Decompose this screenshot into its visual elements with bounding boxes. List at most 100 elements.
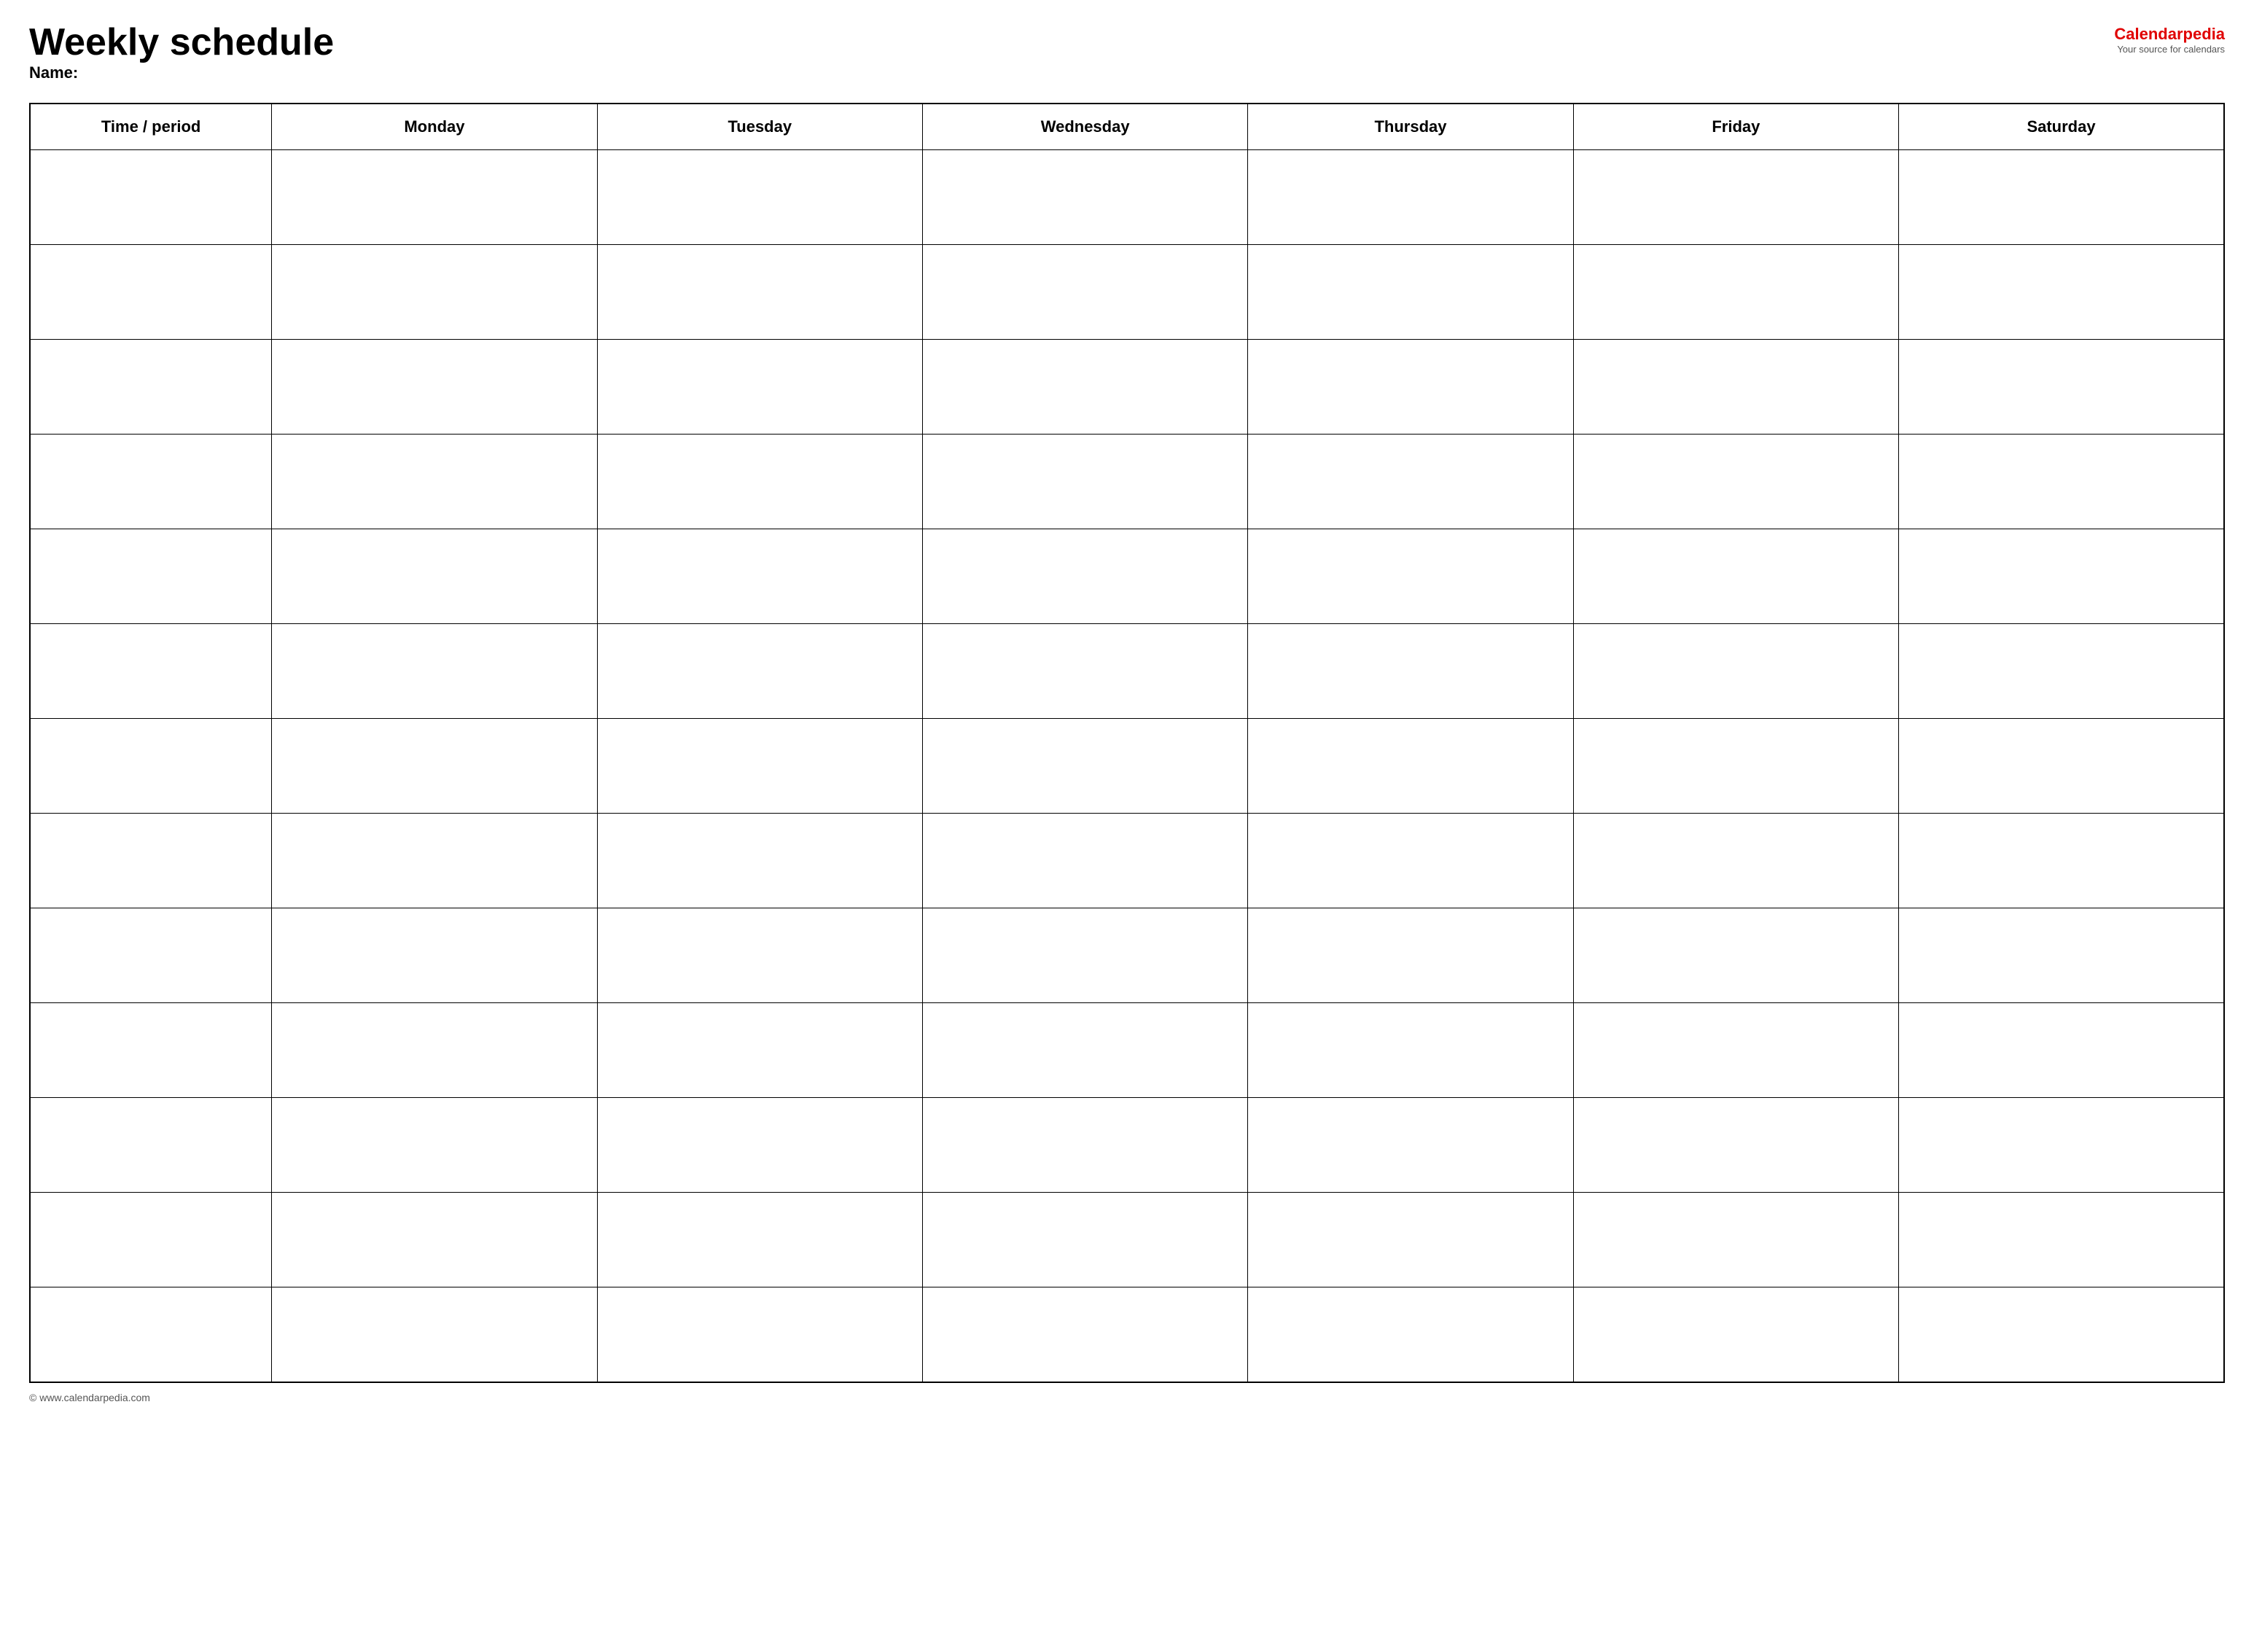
table-row [30, 814, 2224, 908]
day-cell [1248, 1098, 1573, 1193]
day-cell [597, 150, 922, 245]
time-cell [30, 1287, 272, 1382]
day-cell [922, 908, 1247, 1003]
day-cell [272, 340, 597, 435]
day-cell [1248, 435, 1573, 529]
table-row [30, 1098, 2224, 1193]
col-header-time: Time / period [30, 104, 272, 150]
day-cell [1573, 340, 1898, 435]
day-cell [272, 435, 597, 529]
day-cell [597, 908, 922, 1003]
time-cell [30, 814, 272, 908]
day-cell [1573, 908, 1898, 1003]
day-cell [1573, 624, 1898, 719]
col-header-monday: Monday [272, 104, 597, 150]
table-row [30, 1287, 2224, 1382]
day-cell [1573, 1003, 1898, 1098]
day-cell [1248, 245, 1573, 340]
day-cell [597, 1098, 922, 1193]
day-cell [272, 1193, 597, 1287]
time-cell [30, 150, 272, 245]
col-header-tuesday: Tuesday [597, 104, 922, 150]
day-cell [922, 529, 1247, 624]
table-row [30, 529, 2224, 624]
day-cell [272, 1098, 597, 1193]
time-cell [30, 1003, 272, 1098]
day-cell [1573, 814, 1898, 908]
day-cell [1899, 624, 2224, 719]
time-cell [30, 529, 272, 624]
day-cell [922, 435, 1247, 529]
day-cell [597, 245, 922, 340]
day-cell [922, 1003, 1247, 1098]
day-cell [1248, 340, 1573, 435]
time-cell [30, 908, 272, 1003]
day-cell [1899, 1193, 2224, 1287]
day-cell [1899, 1098, 2224, 1193]
table-row [30, 245, 2224, 340]
day-cell [272, 719, 597, 814]
day-cell [272, 529, 597, 624]
day-cell [1248, 150, 1573, 245]
day-cell [597, 340, 922, 435]
day-cell [272, 908, 597, 1003]
day-cell [597, 719, 922, 814]
table-header-row: Time / period Monday Tuesday Wednesday T… [30, 104, 2224, 150]
table-row [30, 435, 2224, 529]
day-cell [922, 719, 1247, 814]
col-header-thursday: Thursday [1248, 104, 1573, 150]
day-cell [272, 245, 597, 340]
table-row [30, 150, 2224, 245]
day-cell [597, 814, 922, 908]
day-cell [1573, 719, 1898, 814]
day-cell [597, 1003, 922, 1098]
day-cell [1899, 150, 2224, 245]
day-cell [1899, 529, 2224, 624]
col-header-friday: Friday [1573, 104, 1898, 150]
table-row [30, 340, 2224, 435]
day-cell [1899, 1287, 2224, 1382]
table-row [30, 1193, 2224, 1287]
day-cell [1899, 1003, 2224, 1098]
day-cell [597, 1193, 922, 1287]
name-label: Name: [29, 63, 334, 82]
table-row [30, 908, 2224, 1003]
table-row [30, 1003, 2224, 1098]
footer: © www.calendarpedia.com [29, 1392, 2225, 1403]
page-header: Weekly schedule Name: Calendarpedia Your… [29, 22, 2225, 96]
day-cell [272, 1287, 597, 1382]
col-header-saturday: Saturday [1899, 104, 2224, 150]
day-cell [922, 1193, 1247, 1287]
day-cell [1899, 814, 2224, 908]
day-cell [272, 624, 597, 719]
day-cell [1899, 340, 2224, 435]
day-cell [1573, 529, 1898, 624]
time-cell [30, 1098, 272, 1193]
day-cell [922, 245, 1247, 340]
day-cell [1248, 1003, 1573, 1098]
time-cell [30, 1193, 272, 1287]
day-cell [922, 1098, 1247, 1193]
day-cell [1573, 1287, 1898, 1382]
day-cell [1248, 529, 1573, 624]
day-cell [922, 814, 1247, 908]
table-row [30, 624, 2224, 719]
day-cell [922, 340, 1247, 435]
schedule-table: Time / period Monday Tuesday Wednesday T… [29, 103, 2225, 1383]
day-cell [597, 1287, 922, 1382]
day-cell [922, 1287, 1247, 1382]
col-header-wednesday: Wednesday [922, 104, 1247, 150]
logo-subtitle: Your source for calendars [2114, 44, 2225, 55]
time-cell [30, 340, 272, 435]
logo: Calendarpedia Your source for calendars [2114, 22, 2225, 55]
day-cell [1573, 1098, 1898, 1193]
day-cell [1899, 435, 2224, 529]
day-cell [1573, 245, 1898, 340]
day-cell [1899, 719, 2224, 814]
day-cell [1248, 1287, 1573, 1382]
day-cell [1899, 908, 2224, 1003]
day-cell [1248, 624, 1573, 719]
logo-text-accent: pedia [2183, 25, 2225, 43]
day-cell [922, 624, 1247, 719]
day-cell [1248, 908, 1573, 1003]
